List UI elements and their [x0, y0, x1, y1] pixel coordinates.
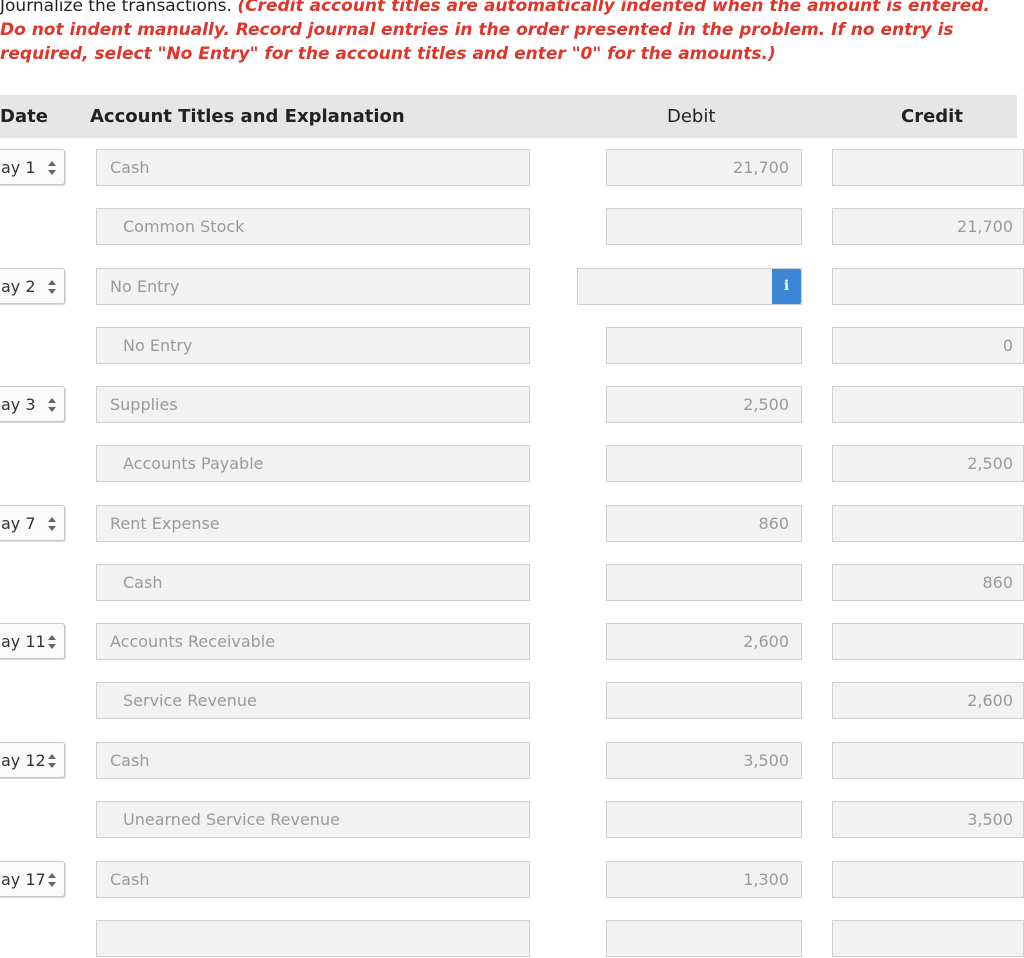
credit-input[interactable] — [832, 386, 1024, 423]
date-select-value: ay 2 — [1, 277, 36, 296]
account-title-input[interactable]: Cash — [96, 149, 530, 186]
debit-input[interactable]: 3,500 — [606, 742, 802, 779]
debit-input[interactable] — [606, 327, 802, 364]
debit-input[interactable]: 21,700 — [606, 149, 802, 186]
credit-input[interactable]: 860 — [832, 564, 1024, 601]
credit-input[interactable]: 2,500 — [832, 445, 1024, 482]
journal-row: Common Stock 21,700 — [0, 208, 1024, 246]
select-arrows-icon — [48, 161, 56, 175]
table-header: Date Account Titles and Explanation Debi… — [0, 95, 1017, 138]
select-arrows-icon — [48, 873, 56, 887]
credit-input[interactable] — [832, 623, 1024, 660]
credit-input[interactable] — [832, 742, 1024, 779]
debit-input[interactable] — [606, 445, 802, 482]
date-select[interactable]: ay 12 — [0, 742, 65, 778]
account-title-input[interactable]: Unearned Service Revenue — [96, 801, 530, 838]
credit-input[interactable] — [832, 268, 1024, 305]
debit-input[interactable]: 860 — [606, 505, 802, 542]
debit-input[interactable] — [606, 208, 802, 245]
debit-input[interactable] — [606, 801, 802, 838]
account-title-input[interactable]: Cash — [96, 742, 530, 779]
date-select-value: ay 17 — [1, 870, 46, 889]
journal-row: ay 11 Accounts Receivable 2,600 — [0, 623, 1024, 661]
date-column-header: Date — [0, 106, 48, 127]
date-select[interactable]: ay 3 — [0, 386, 65, 422]
journal-row: ay 2 No Entry i — [0, 268, 1024, 306]
date-select-value: ay 1 — [1, 158, 36, 177]
debit-column-header: Debit — [667, 106, 716, 127]
debit-input[interactable]: 2,600 — [606, 623, 802, 660]
journal-row: Accounts Payable 2,500 — [0, 445, 1024, 483]
select-arrows-icon — [48, 635, 56, 649]
account-title-input[interactable]: Accounts Payable — [96, 445, 530, 482]
select-arrows-icon — [48, 754, 56, 768]
instructions-lead: Journalize the transactions. — [0, 0, 232, 16]
date-select-value: ay 11 — [1, 632, 46, 651]
debit-input[interactable] — [577, 268, 802, 305]
journal-row: Cash 860 — [0, 564, 1024, 602]
credit-input[interactable] — [832, 149, 1024, 186]
debit-input[interactable]: 2,500 — [606, 386, 802, 423]
account-title-input[interactable]: No Entry — [96, 327, 530, 364]
debit-input[interactable] — [606, 920, 802, 957]
select-arrows-icon — [48, 517, 56, 531]
credit-input[interactable] — [832, 920, 1024, 957]
credit-input[interactable]: 21,700 — [832, 208, 1024, 245]
select-arrows-icon — [48, 398, 56, 412]
account-title-input[interactable]: Service Revenue — [96, 682, 530, 719]
account-title-input[interactable]: Rent Expense — [96, 505, 530, 542]
instructions: Journalize the transactions. (Credit acc… — [0, 0, 1015, 66]
journal-row: ay 17 Cash 1,300 — [0, 861, 1024, 899]
date-select[interactable]: ay 2 — [0, 268, 65, 304]
credit-input[interactable]: 0 — [832, 327, 1024, 364]
account-title-input[interactable]: No Entry — [96, 268, 530, 305]
date-select[interactable]: ay 1 — [0, 149, 65, 185]
debit-input[interactable]: 1,300 — [606, 861, 802, 898]
account-title-input[interactable]: Cash — [96, 564, 530, 601]
account-title-input[interactable]: Accounts Receivable — [96, 623, 530, 660]
account-title-input[interactable]: Supplies — [96, 386, 530, 423]
journal-row: Service Revenue 2,600 — [0, 682, 1024, 720]
journal-row: ay 3 Supplies 2,500 — [0, 386, 1024, 424]
credit-input[interactable]: 2,600 — [832, 682, 1024, 719]
journal-row: Unearned Service Revenue 3,500 — [0, 801, 1024, 839]
credit-input[interactable] — [832, 505, 1024, 542]
credit-column-header: Credit — [901, 106, 963, 127]
credit-input[interactable]: 3,500 — [832, 801, 1024, 838]
date-select-value: ay 12 — [1, 751, 46, 770]
journal-row: ay 1 Cash 21,700 — [0, 149, 1024, 187]
date-select-value: ay 3 — [1, 395, 36, 414]
journal-row: ay 12 Cash 3,500 — [0, 742, 1024, 780]
date-select[interactable]: ay 11 — [0, 623, 65, 659]
account-title-input[interactable] — [96, 920, 530, 957]
account-column-header: Account Titles and Explanation — [90, 106, 405, 127]
credit-input[interactable] — [832, 861, 1024, 898]
account-title-input[interactable]: Cash — [96, 861, 530, 898]
journal-row: ay 7 Rent Expense 860 — [0, 505, 1024, 543]
date-select[interactable]: ay 17 — [0, 861, 65, 897]
select-arrows-icon — [48, 280, 56, 294]
info-icon[interactable]: i — [772, 269, 801, 304]
debit-input[interactable] — [606, 682, 802, 719]
date-select[interactable]: ay 7 — [0, 505, 65, 541]
date-select-value: ay 7 — [1, 514, 36, 533]
debit-input[interactable] — [606, 564, 802, 601]
journal-row — [0, 920, 1024, 958]
account-title-input[interactable]: Common Stock — [96, 208, 530, 245]
journal-row: No Entry 0 — [0, 327, 1024, 365]
